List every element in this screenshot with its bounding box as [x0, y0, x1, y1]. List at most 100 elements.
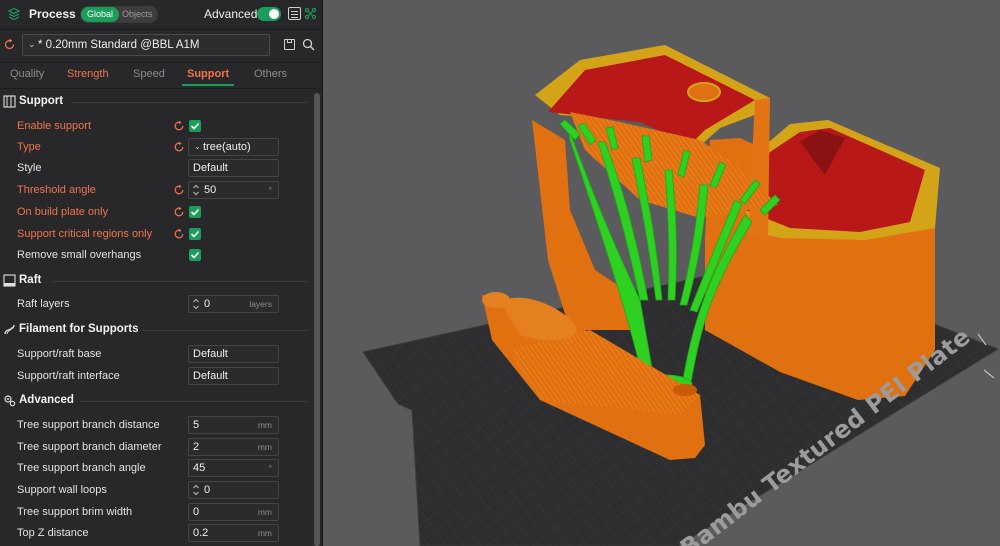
search-icon[interactable] [302, 38, 315, 51]
section-raft: Raft [0, 272, 312, 290]
branch-diameter-input[interactable]: 2 mm [188, 438, 279, 456]
branch-angle-value: 45 [193, 462, 206, 474]
setting-branch-angle: Tree support branch angle 45 ° [0, 458, 312, 478]
process-header: Process Global Objects Advanced [0, 0, 322, 29]
undo-icon[interactable] [173, 141, 185, 153]
settings-tree-icon[interactable] [304, 7, 317, 20]
setting-on-build-plate-only: On build plate only [0, 202, 312, 222]
branch-angle-label: Tree support branch angle [17, 462, 146, 474]
wall-loops-input[interactable]: 0 [188, 481, 279, 499]
setting-support-raft-base: Support/raft base Default [0, 344, 312, 364]
compare-presets-icon[interactable] [288, 7, 301, 20]
global-mode-button[interactable]: Global [81, 7, 119, 22]
tab-strength[interactable]: Strength [67, 68, 109, 80]
critical-regions-label: Support critical regions only [17, 228, 153, 240]
process-title: Process [29, 7, 76, 21]
advanced-label: Advanced [204, 7, 258, 21]
critical-regions-checkbox[interactable] [189, 228, 201, 240]
support-raft-base-value: Default [193, 348, 228, 360]
style-dropdown[interactable]: Default [188, 159, 279, 177]
setting-type: Type ⌄ tree(auto) [0, 137, 312, 157]
scrollbar-thumb[interactable] [314, 93, 320, 546]
branch-angle-input[interactable]: 45 ° [188, 459, 279, 477]
branch-diameter-unit: mm [257, 442, 272, 452]
tab-speed[interactable]: Speed [133, 68, 165, 80]
left-box-hole [687, 82, 721, 102]
remove-small-overhangs-checkbox[interactable] [189, 249, 201, 261]
tab-others[interactable]: Others [254, 68, 287, 80]
objects-mode-button[interactable]: Objects [122, 7, 153, 22]
raft-layers-input[interactable]: 0 layers [188, 295, 279, 313]
process-preset-dropdown[interactable]: ⌄ * 0.20mm Standard @BBL A1M [22, 34, 270, 56]
3d-viewport[interactable]: Bambu Textured PEI Plate [323, 0, 1000, 546]
enable-support-label: Enable support [17, 120, 91, 132]
spinner-icon[interactable] [192, 483, 200, 497]
support-raft-interface-value: Default [193, 370, 228, 382]
branch-angle-unit: ° [268, 463, 272, 473]
wall-loops-value: 0 [204, 484, 211, 496]
setting-branch-diameter: Tree support branch diameter 2 mm [0, 437, 312, 457]
on-build-plate-only-checkbox[interactable] [189, 206, 201, 218]
support-raft-base-label: Support/raft base [17, 348, 102, 360]
setting-brim-width: Tree support brim width 0 mm [0, 502, 312, 522]
undo-icon[interactable] [173, 228, 185, 240]
setting-style: Style Default [0, 158, 312, 178]
spinner-icon[interactable] [192, 297, 200, 311]
undo-icon[interactable] [173, 206, 185, 218]
threshold-angle-label: Threshold angle [17, 184, 96, 196]
brim-width-label: Tree support brim width [17, 506, 133, 518]
global-objects-switch[interactable]: Global Objects [80, 6, 158, 23]
reset-preset-icon[interactable] [3, 38, 16, 51]
tab-quality[interactable]: Quality [10, 68, 44, 80]
support-raft-base-dropdown[interactable]: Default [188, 345, 279, 363]
setting-threshold-angle: Threshold angle 50 ° [0, 180, 312, 200]
header-divider [0, 29, 322, 30]
section-support: Support [0, 93, 312, 111]
enable-support-checkbox[interactable] [189, 120, 201, 132]
settings-scrollbar[interactable] [314, 93, 320, 546]
wall-loops-label: Support wall loops [17, 484, 107, 496]
branch-distance-unit: mm [257, 420, 272, 430]
top-z-distance-value: 0.2 [193, 527, 209, 539]
threshold-angle-unit: ° [268, 185, 272, 195]
branch-diameter-label: Tree support branch diameter [17, 441, 162, 453]
setting-remove-small-overhangs: Remove small overhangs [0, 245, 312, 265]
setting-branch-distance: Tree support branch distance 5 mm [0, 415, 312, 435]
threshold-angle-input[interactable]: 50 ° [188, 181, 279, 199]
section-rule [72, 102, 308, 103]
style-label: Style [17, 162, 42, 174]
base-end-cap-right [673, 384, 697, 396]
raft-layers-value: 0 [204, 298, 211, 310]
scene-canvas [362, 45, 1000, 546]
gears-icon [4, 395, 16, 407]
save-preset-icon[interactable] [284, 39, 295, 50]
type-value: tree(auto) [203, 141, 251, 153]
undo-icon[interactable] [173, 184, 185, 196]
spinner-icon[interactable] [192, 183, 200, 197]
section-filament-title: Filament for Supports [19, 323, 139, 335]
section-support-title: Support [19, 95, 64, 107]
raft-layers-unit: layers [249, 299, 272, 309]
section-rule [80, 401, 308, 402]
support-raft-interface-dropdown[interactable]: Default [188, 367, 279, 385]
brim-width-input[interactable]: 0 mm [188, 503, 279, 521]
setting-top-z-distance: Top Z distance 0.2 mm [0, 523, 312, 543]
branch-diameter-value: 2 [193, 441, 200, 453]
type-label: Type [17, 141, 41, 153]
undo-icon[interactable] [173, 120, 185, 132]
branch-distance-input[interactable]: 5 mm [188, 416, 279, 434]
process-settings-panel: Process Global Objects Advanced ⌄ * 0.20… [0, 0, 323, 546]
advanced-toggle[interactable] [257, 7, 281, 21]
tab-support[interactable]: Support [187, 68, 229, 80]
section-advanced-title: Advanced [19, 394, 74, 406]
raft-section-icon [3, 274, 16, 287]
process-layers-icon [7, 7, 21, 21]
top-z-distance-unit: mm [257, 528, 272, 538]
brim-width-value: 0 [193, 506, 200, 518]
on-build-plate-only-label: On build plate only [17, 206, 109, 218]
top-z-distance-input[interactable]: 0.2 mm [188, 524, 279, 542]
section-advanced: Advanced [0, 392, 312, 410]
type-dropdown[interactable]: ⌄ tree(auto) [188, 138, 279, 156]
section-rule [52, 281, 308, 282]
section-rule [142, 330, 308, 331]
